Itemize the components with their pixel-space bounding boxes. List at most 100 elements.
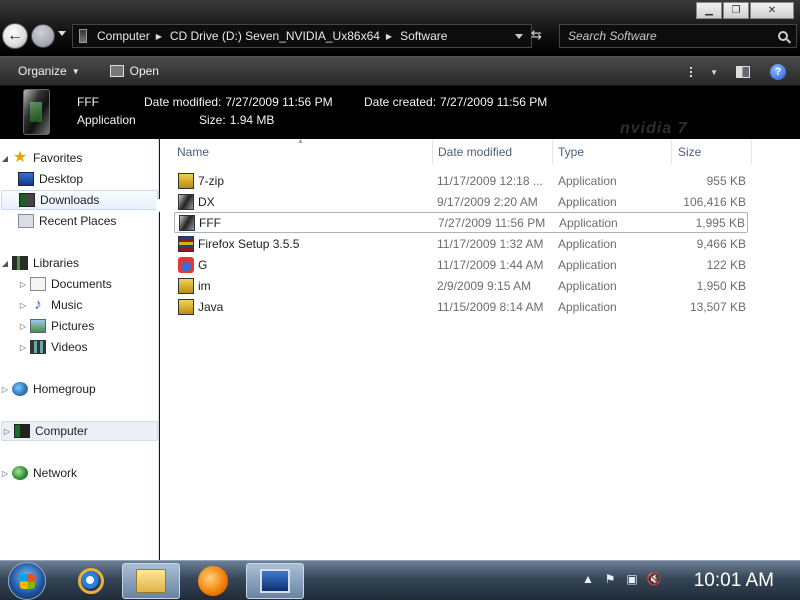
nav-network[interactable]: ▷ Network (0, 463, 157, 483)
pictures-icon (30, 319, 46, 333)
collapsed-icon[interactable]: ▷ (18, 343, 28, 352)
collapsed-icon[interactable]: ▷ (18, 322, 28, 331)
breadcrumb-label: Computer (97, 29, 150, 43)
column-header-date[interactable]: Date modified (438, 145, 512, 159)
details-value: 7/27/2009 11:56 PM (440, 95, 548, 109)
file-type: Application (558, 278, 617, 293)
breadcrumb-cd-drive[interactable]: CD Drive (D:) Seven_NVIDIA_Ux86x64 (170, 29, 380, 43)
collapsed-icon[interactable]: ▷ (18, 301, 28, 310)
column-header-type[interactable]: Type (558, 145, 584, 159)
column-divider[interactable] (671, 139, 672, 164)
computer-icon (14, 424, 30, 438)
nav-documents[interactable]: ▷ Documents (0, 274, 157, 294)
file-list: ▲ Name Date modified Type Size 7-zip 11/… (160, 138, 800, 560)
taskbar-media-player[interactable] (184, 563, 242, 599)
collapsed-icon[interactable]: ▷ (2, 427, 12, 436)
file-row[interactable]: Java 11/15/2009 8:14 AM Application 13,5… (174, 296, 748, 317)
clock[interactable]: 10:01 AM (694, 570, 774, 592)
file-size: 13,507 KB (689, 299, 746, 314)
column-divider[interactable] (751, 139, 752, 164)
start-button[interactable] (8, 562, 46, 600)
desktop-icon (18, 172, 34, 186)
close-button[interactable]: ✕ (750, 2, 794, 19)
nav-libraries[interactable]: ◢ Libraries (0, 253, 157, 273)
preview-pane-icon[interactable] (736, 66, 750, 78)
file-type: Application (558, 299, 617, 314)
column-header-name[interactable]: Name (177, 145, 209, 159)
expanded-icon[interactable]: ◢ (0, 154, 10, 163)
nav-computer[interactable]: ▷ Computer (1, 421, 158, 441)
nav-desktop[interactable]: Desktop (0, 169, 157, 189)
refresh-icon[interactable]: ⇆ (531, 27, 542, 43)
nvidia-watermark: nvidia 7 (620, 120, 688, 137)
details-label: Size: (199, 113, 226, 127)
nav-downloads[interactable]: Downloads (1, 190, 158, 210)
column-divider[interactable] (552, 139, 553, 164)
taskbar-windows-explorer[interactable] (122, 563, 180, 599)
collapsed-icon[interactable]: ▷ (0, 385, 10, 394)
taskbar-internet-explorer[interactable] (62, 563, 120, 599)
setup-icon (178, 256, 194, 273)
expanded-icon[interactable]: ◢ (0, 259, 10, 268)
nav-label: Recent Places (39, 214, 117, 228)
collapsed-icon[interactable]: ▷ (0, 469, 10, 478)
action-center-flag-icon[interactable]: ⚑ (602, 571, 618, 587)
file-row[interactable]: 7-zip 11/17/2009 12:18 ... Application 9… (174, 170, 748, 191)
nav-music[interactable]: ▷ ♪ Music (0, 295, 157, 315)
back-button[interactable]: ← (2, 23, 28, 49)
nav-videos[interactable]: ▷ Videos (0, 337, 157, 357)
column-header-size[interactable]: Size (678, 145, 701, 159)
organize-button[interactable]: Organize ▼ (18, 64, 80, 78)
column-divider[interactable] (432, 139, 433, 164)
address-dropdown-icon[interactable] (515, 34, 523, 39)
breadcrumb-computer[interactable]: Computer (97, 29, 150, 43)
chevron-right-icon[interactable]: ▶ (386, 32, 392, 41)
details-date-modified: Date modified: 7/27/2009 11:56 PM (144, 95, 333, 109)
file-row[interactable]: G 11/17/2009 1:44 AM Application 122 KB (174, 254, 748, 275)
minimize-button[interactable]: ▁ (696, 2, 722, 19)
nav-label: Documents (51, 277, 112, 291)
nav-pictures[interactable]: ▷ Pictures (0, 316, 157, 336)
details-label: Date modified: (144, 95, 222, 109)
command-bar: Organize ▼ Open ▼ ? (0, 56, 800, 86)
forward-button[interactable] (31, 24, 55, 48)
documents-icon (30, 277, 46, 291)
recent-pages-dropdown[interactable] (58, 31, 66, 36)
change-view-icon[interactable] (690, 67, 704, 77)
nav-label: Network (33, 466, 78, 480)
nav-label: Libraries (33, 256, 80, 270)
taskbar-remote-desktop[interactable] (246, 563, 304, 599)
address-bar[interactable]: Computer ▶ CD Drive (D:) Seven_NVIDIA_Ux… (72, 24, 532, 48)
file-name: DX (198, 194, 215, 209)
breadcrumb-software[interactable]: Software (400, 29, 447, 43)
search-input[interactable]: Search Software (559, 24, 797, 48)
nav-label: Videos (51, 340, 88, 354)
chevron-right-icon[interactable]: ▶ (156, 32, 162, 41)
file-name: FFF (199, 215, 221, 230)
nav-homegroup[interactable]: ▷ Homegroup (0, 379, 157, 399)
nav-favorites[interactable]: ◢ ★ Favorites (0, 148, 157, 168)
file-row-selected[interactable]: FFF 7/27/2009 11:56 PM Application 1,995… (174, 212, 748, 233)
view-options-dropdown-icon[interactable]: ▼ (710, 68, 718, 77)
file-row[interactable]: im 2/9/2009 9:15 AM Application 1,950 KB (174, 275, 748, 296)
network-status-icon[interactable]: ▣ (624, 571, 640, 587)
file-row[interactable]: Firefox Setup 3.5.5 11/17/2009 1:32 AM A… (174, 233, 748, 254)
maximize-button[interactable]: ❐ (723, 2, 749, 19)
nav-recent-places[interactable]: Recent Places (0, 211, 157, 231)
collapsed-icon[interactable]: ▷ (18, 280, 28, 289)
volume-muted-icon[interactable]: 🔇 (646, 571, 662, 587)
command-bar-right: ▼ ? (690, 57, 800, 87)
open-icon (109, 65, 124, 77)
breadcrumb-label: Software (400, 29, 448, 43)
help-icon[interactable]: ? (770, 64, 786, 80)
open-button[interactable]: Open (109, 64, 159, 78)
show-hidden-icons-icon[interactable]: ▲ (580, 571, 596, 587)
search-icon[interactable] (778, 31, 788, 41)
nav-label: Desktop (39, 172, 84, 186)
sort-ascending-icon: ▲ (297, 138, 304, 145)
file-size: 106,416 KB (683, 194, 746, 209)
star-icon: ★ (12, 149, 28, 166)
file-name: im (198, 278, 211, 293)
file-row[interactable]: DX 9/17/2009 2:20 AM Application 106,416… (174, 191, 748, 212)
breadcrumb-label: CD Drive (D:) Seven_NVIDIA_Ux86x64 (169, 29, 380, 43)
